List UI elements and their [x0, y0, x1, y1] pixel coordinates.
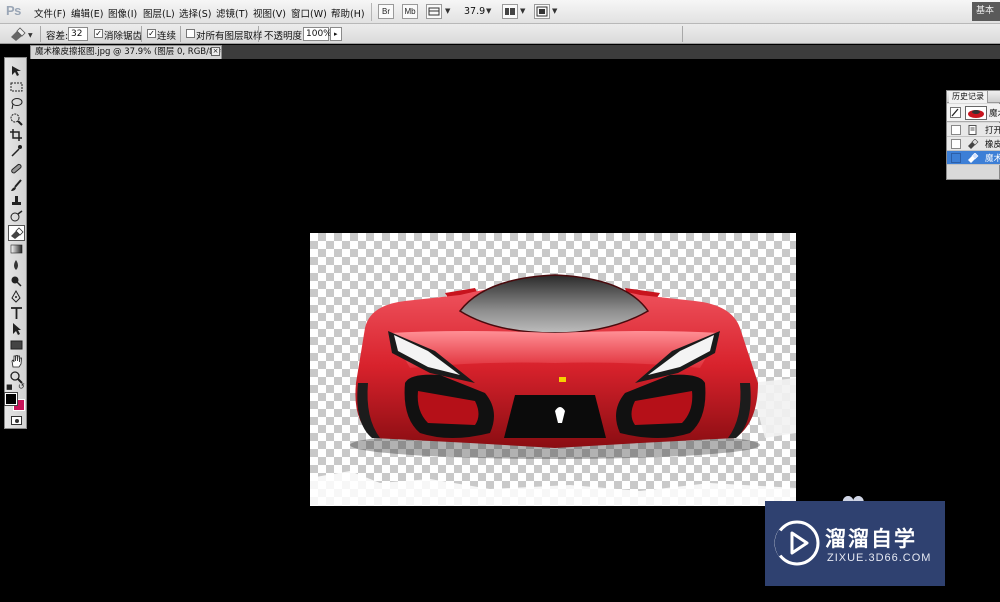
tolerance-label: 容差: [46, 31, 69, 42]
hand-icon[interactable] [9, 354, 24, 368]
history-source-checkbox[interactable] [951, 125, 961, 135]
watermark-url: ZIXUE.3D66.COM [827, 552, 932, 564]
snapshot-thumbnail [965, 106, 987, 120]
chevron-down-icon[interactable]: ▼ [552, 7, 557, 15]
contiguous-checkbox[interactable]: ✓ [147, 29, 156, 38]
type-icon[interactable] [9, 306, 24, 320]
panel-header: 历史记录 [947, 91, 1000, 103]
menu-image[interactable]: 图像(I) [108, 6, 137, 20]
screen-mode-button[interactable] [534, 4, 550, 19]
history-panel: 历史记录 魔术 打开 橡皮 魔术 [946, 90, 1000, 180]
arrange-documents-button[interactable] [502, 4, 518, 19]
options-separator [40, 26, 41, 42]
car-image [310, 274, 796, 506]
tool-preset-picker[interactable]: ▼ [8, 27, 36, 42]
healing-brush-icon[interactable] [9, 162, 24, 176]
swap-colors-icon[interactable]: ↺ [18, 382, 25, 391]
options-separator [180, 26, 181, 42]
magic-eraser-icon[interactable] [8, 225, 25, 241]
history-source-checkbox[interactable] [951, 153, 961, 163]
workspace-switcher[interactable]: 基本 [972, 2, 1000, 21]
menu-bar: Ps 文件(F) 编辑(E) 图像(I) 图层(L) 选择(S) 滤镜(T) 视… [0, 0, 1000, 24]
menu-view[interactable]: 视图(V) [253, 6, 286, 20]
toolbox: ■ ↺ [4, 57, 27, 429]
crop-icon[interactable] [9, 128, 24, 142]
opacity-label: 不透明度: [264, 31, 306, 42]
snapshot-label: 魔术 [989, 109, 1000, 119]
menu-filter[interactable]: 滤镜(T) [216, 6, 248, 20]
contiguous-label: 连续 [157, 31, 177, 42]
grid-icon [428, 7, 440, 16]
zoom-level[interactable]: 37.9 [464, 6, 485, 17]
watermark-title: 溜溜自学 [825, 527, 917, 551]
opacity-slider-toggle[interactable]: ▸ [330, 27, 342, 41]
arrange-icon [505, 8, 515, 15]
play-logo-icon [774, 520, 820, 566]
history-item-selected[interactable]: 魔术 [947, 151, 1000, 165]
watermark-badge: 溜溜自学 ZIXUE.3D66.COM [765, 501, 945, 586]
menu-file[interactable]: 文件(F) [34, 6, 66, 20]
history-item-label: 魔术 [985, 154, 1000, 164]
brush-source-icon[interactable] [950, 107, 961, 118]
magic-eraser-icon: ▼ [11, 27, 33, 41]
close-icon[interactable]: × [211, 47, 220, 56]
tolerance-input[interactable]: 32 [68, 27, 88, 41]
antialias-checkbox[interactable]: ✓ [94, 29, 103, 38]
gradient-icon[interactable] [9, 242, 24, 256]
options-separator [141, 26, 142, 42]
document-icon [968, 125, 977, 135]
tab-history[interactable]: 历史记录 [949, 91, 988, 103]
sample-all-layers-label: 对所有图层取样 [196, 31, 263, 42]
foreground-color-swatch[interactable] [4, 392, 18, 406]
history-source-checkbox[interactable] [951, 139, 961, 149]
extras-button[interactable] [426, 4, 442, 19]
menu-separator [371, 3, 372, 21]
menu-select[interactable]: 选择(S) [179, 6, 211, 20]
history-item[interactable]: 打开 [947, 123, 1000, 137]
quick-mask-icon[interactable] [11, 416, 22, 425]
menu-edit[interactable]: 编辑(E) [71, 6, 103, 20]
document-canvas[interactable] [310, 233, 796, 506]
pen-icon[interactable] [9, 289, 24, 304]
path-select-icon[interactable] [9, 322, 24, 336]
history-item-label: 打开 [985, 126, 1000, 136]
tab-strip [222, 45, 1000, 59]
chevron-down-icon[interactable]: ▼ [445, 7, 450, 15]
quick-select-icon[interactable] [9, 112, 24, 126]
options-bar: ▼ 容差: 32 ✓ 消除锯齿 ✓ 连续 对所有图层取样 不透明度: 100% … [0, 24, 1000, 44]
eyedropper-icon[interactable] [9, 144, 24, 158]
menu-layer[interactable]: 图层(L) [143, 6, 175, 20]
chevron-down-icon[interactable]: ▼ [520, 7, 525, 15]
menu-window[interactable]: 窗口(W) [291, 6, 327, 20]
history-item-label: 橡皮 [985, 140, 1000, 150]
marquee-icon[interactable] [9, 80, 24, 94]
sample-all-layers-checkbox[interactable] [186, 29, 195, 38]
bridge-button[interactable]: Br [378, 4, 394, 19]
chevron-down-icon[interactable]: ▼ [486, 7, 491, 15]
menu-help[interactable]: 帮助(H) [331, 6, 365, 20]
brush-icon[interactable] [9, 178, 24, 192]
options-separator [258, 26, 259, 42]
history-item[interactable]: 橡皮 [947, 137, 1000, 151]
dodge-icon[interactable] [9, 274, 24, 288]
options-separator [682, 26, 683, 42]
eraser-icon [968, 139, 979, 149]
move-icon[interactable] [9, 64, 24, 78]
history-brush-icon[interactable] [9, 210, 24, 224]
opacity-input[interactable]: 100% [303, 27, 332, 41]
clone-stamp-icon[interactable] [9, 194, 24, 208]
magic-eraser-icon [968, 153, 979, 163]
svg-text:▼: ▼ [28, 32, 33, 39]
screen-mode-icon [536, 6, 548, 17]
blur-icon[interactable] [9, 258, 24, 272]
lasso-icon[interactable] [9, 96, 24, 110]
document-tab[interactable]: 魔术橡皮擦抠图.jpg @ 37.9% (图层 0, RGB/8#) * [30, 45, 222, 59]
shape-icon[interactable] [9, 338, 24, 352]
mini-bridge-button[interactable]: Mb [402, 4, 418, 19]
antialias-label: 消除锯齿 [104, 31, 143, 42]
history-snapshot[interactable]: 魔术 [947, 104, 1000, 122]
app-logo: Ps [6, 3, 21, 18]
default-colors-icon[interactable]: ■ [6, 383, 13, 391]
